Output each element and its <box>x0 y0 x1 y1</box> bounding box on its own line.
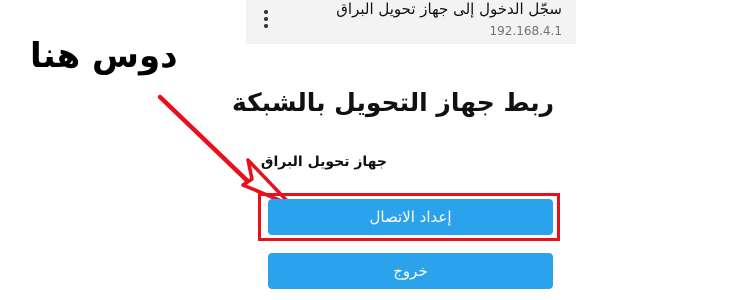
device-name-label: جهاز تحويل البراق <box>260 154 387 170</box>
screenshot-canvas: سجّل الدخول إلى جهاز تحويل البراق 192.16… <box>0 0 750 300</box>
browser-top-bar: سجّل الدخول إلى جهاز تحويل البراق 192.16… <box>246 0 576 44</box>
exit-button[interactable]: خروج <box>268 253 553 289</box>
kebab-menu-icon[interactable] <box>263 10 269 28</box>
browser-page-title: سجّل الدخول إلى جهاز تحويل البراق <box>336 0 562 18</box>
page-title: ربط جهاز التحويل بالشبكة <box>231 88 554 117</box>
browser-url: 192.168.4.1 <box>489 24 562 38</box>
annotation-label: دوس هنا <box>30 36 178 76</box>
setup-connection-button[interactable]: إعداد الاتصال <box>268 199 553 235</box>
